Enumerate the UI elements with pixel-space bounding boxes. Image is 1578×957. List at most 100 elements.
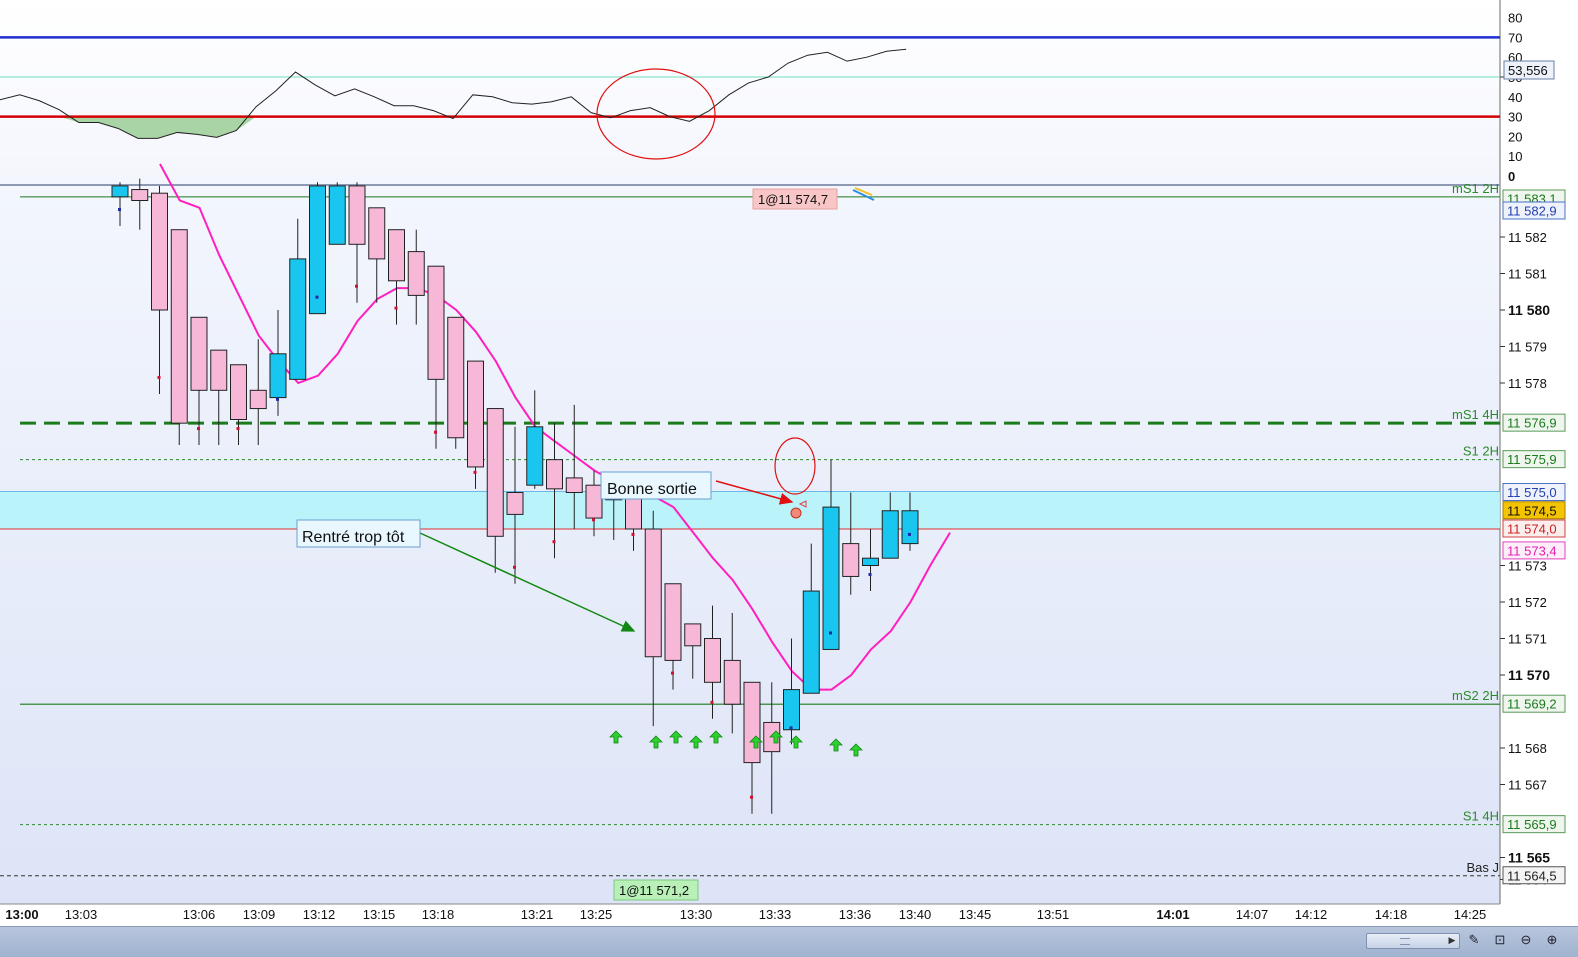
- level-label: S1 2H: [1463, 444, 1499, 459]
- candle-body: [210, 349, 228, 391]
- price-tick-label: 11 572: [1508, 595, 1547, 610]
- candle-body: [486, 408, 504, 537]
- tick-marker: [394, 306, 398, 310]
- time-tick-label: 13:36: [839, 907, 872, 922]
- time-tick-label: 13:00: [5, 907, 38, 922]
- tick-marker: [513, 565, 516, 569]
- time-tick-label: 14:12: [1295, 907, 1328, 922]
- candle-body: [427, 265, 445, 380]
- time-tick-label: 14:01: [1156, 907, 1189, 922]
- level-label: Bas J: [1466, 860, 1499, 875]
- candle-body: [565, 477, 583, 493]
- time-tick-label: 13:09: [243, 907, 276, 922]
- candle-body: [506, 492, 524, 515]
- price-tag-text: 11 573,4: [1507, 543, 1557, 558]
- candle-body: [704, 638, 721, 683]
- level-label: mS1 4H: [1452, 407, 1499, 422]
- trading-chart[interactable]: mS1 2H mS1 4H S1 2H mS2 2H S1 4H Bas J Bonne …: [0, 0, 1578, 956]
- candle-body: [170, 229, 188, 424]
- time-tick-label: 13:15: [363, 907, 396, 922]
- price-tick-label: 11 570: [1508, 667, 1550, 683]
- time-tick-label: 13:12: [303, 907, 336, 922]
- candle-body: [546, 459, 563, 490]
- price-tick-label: 11 565: [1508, 850, 1550, 866]
- candle-body: [664, 583, 682, 661]
- price-tag-text: 11 576,9: [1507, 416, 1557, 431]
- candle-body: [684, 623, 702, 647]
- price-tick-label: 11 573: [1508, 559, 1547, 574]
- candle-body: [467, 360, 484, 468]
- tick-marker: [789, 726, 793, 730]
- tick-marker: [631, 532, 635, 536]
- tick-marker: [829, 631, 832, 635]
- candle-body: [190, 316, 208, 391]
- candle-body: [328, 185, 346, 245]
- time-tick-label: 13:51: [1037, 907, 1070, 922]
- candle-body: [822, 506, 840, 650]
- candle-body: [309, 185, 326, 315]
- candle-body: [842, 543, 860, 577]
- time-tick-label: 14:25: [1454, 907, 1487, 922]
- price-tick-label: 11 567: [1508, 778, 1547, 793]
- candle-body: [151, 192, 168, 311]
- tick-marker: [750, 795, 753, 799]
- level-label: mS1 2H: [1452, 181, 1499, 196]
- tick-marker: [157, 375, 161, 379]
- price-tick-label: 11 568: [1508, 741, 1547, 756]
- tick-marker: [197, 427, 200, 431]
- price-tag-text: 11 574,5: [1507, 503, 1557, 518]
- scrollbar-grip[interactable]: [1400, 938, 1410, 945]
- candle-body: [743, 681, 761, 764]
- price-tick-label: 11 571: [1508, 632, 1547, 647]
- time-tick-label: 13:45: [959, 907, 992, 922]
- tick-marker: [236, 427, 240, 431]
- rsi-axis-tick: 70: [1508, 30, 1522, 45]
- tick-marker: [908, 532, 911, 536]
- candle-body: [783, 689, 800, 731]
- tick-marker: [118, 208, 121, 212]
- rsi-panel-bg: [0, 0, 1500, 184]
- price-tick-label: 11 580: [1508, 302, 1550, 318]
- scroll-right-arrow[interactable]: ▶: [1446, 933, 1458, 947]
- candle-body: [585, 484, 603, 519]
- price-tag-text: 11 564,5: [1507, 868, 1557, 883]
- rsi-axis-tick: 40: [1508, 90, 1522, 105]
- panel-divider[interactable]: [0, 184, 1500, 186]
- tick-marker: [276, 397, 279, 401]
- entry-note-text: Rentré trop tôt: [302, 529, 405, 546]
- price-zone-band: [0, 491, 1500, 529]
- candle-body: [111, 185, 129, 198]
- price-tag-text: 11 565,9: [1507, 817, 1557, 832]
- rsi-axis-tick: 0: [1508, 169, 1515, 184]
- candle-body: [388, 229, 405, 282]
- zoom-in-icon[interactable]: ⊕: [1544, 932, 1560, 948]
- candle-body: [723, 659, 741, 705]
- price-tag-text: 11 575,0: [1507, 485, 1557, 500]
- bottom-toolbar: [0, 926, 1578, 957]
- tick-marker: [710, 700, 714, 704]
- time-tick-label: 13:06: [183, 907, 216, 922]
- zoom-out-icon[interactable]: ⊖: [1518, 932, 1534, 948]
- tick-marker: [315, 295, 319, 299]
- draw-tool-icon[interactable]: ✎: [1466, 932, 1482, 948]
- candle-body: [131, 189, 149, 202]
- time-tick-label: 13:40: [899, 907, 932, 922]
- price-tick-label: 11 578: [1508, 376, 1547, 391]
- tick-marker: [434, 430, 437, 434]
- candle-body: [368, 207, 386, 260]
- candle-body: [407, 251, 425, 296]
- candle-body: [644, 528, 662, 658]
- time-tick-label: 14:18: [1375, 907, 1408, 922]
- candle-body: [862, 557, 879, 567]
- rsi-axis-tick: 10: [1508, 149, 1522, 164]
- tick-marker: [868, 573, 872, 577]
- candle-body: [526, 426, 544, 486]
- price-tag-text: 11 575,9: [1507, 452, 1557, 467]
- zoom-select-icon[interactable]: ⊡: [1492, 932, 1508, 948]
- rsi-axis-tick: 80: [1508, 11, 1522, 26]
- time-tick-label: 13:03: [65, 907, 98, 922]
- exit-fill-marker: [790, 507, 802, 519]
- tick-marker: [671, 671, 674, 675]
- tick-marker: [355, 284, 358, 288]
- level-label: mS2 2H: [1452, 688, 1499, 703]
